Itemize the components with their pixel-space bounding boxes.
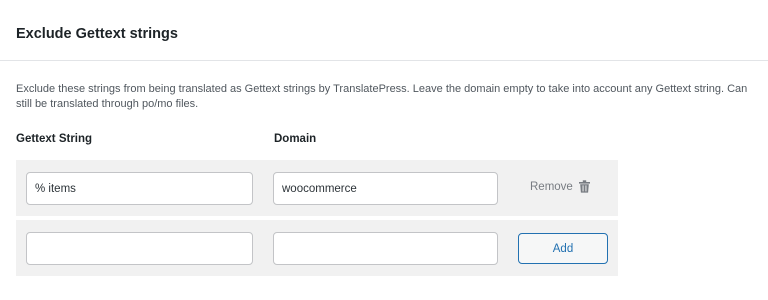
- trash-icon: [578, 180, 590, 193]
- add-button[interactable]: Add: [518, 233, 608, 264]
- remove-button[interactable]: Remove: [530, 180, 590, 193]
- new-gettext-string-input[interactable]: [26, 232, 253, 265]
- domain-input[interactable]: [273, 172, 498, 205]
- remove-label: Remove: [530, 180, 573, 193]
- excluded-string-row: Remove: [16, 160, 618, 216]
- section-divider: [0, 60, 768, 61]
- gettext-string-column-header: Gettext String: [16, 133, 93, 145]
- new-domain-input[interactable]: [273, 232, 498, 265]
- domain-column-header: Domain: [274, 133, 317, 145]
- section-description: Exclude these strings from being transla…: [16, 83, 748, 110]
- new-string-row: Add: [16, 220, 618, 276]
- gettext-string-input[interactable]: [26, 172, 253, 205]
- section-title: Exclude Gettext strings: [16, 26, 178, 42]
